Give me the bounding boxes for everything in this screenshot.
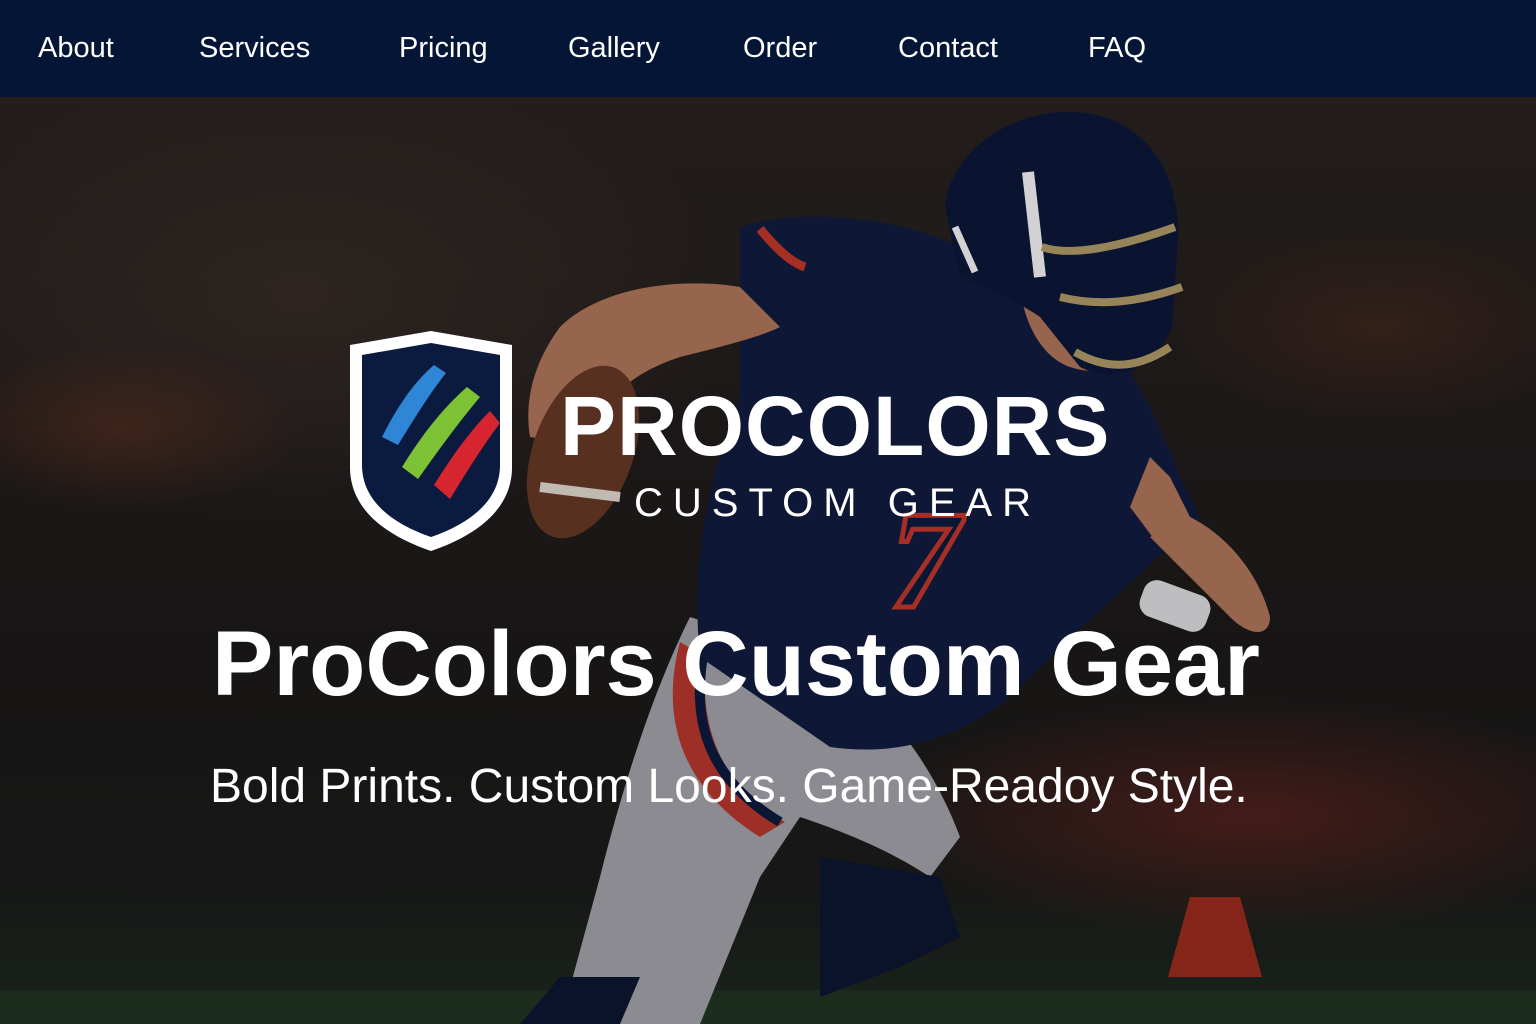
- nav-item-services[interactable]: Services: [199, 30, 310, 66]
- top-nav: About Services Pricing Gallery Order Con…: [0, 0, 1536, 97]
- nav-item-about[interactable]: About: [38, 30, 114, 66]
- hero-title: ProColors Custom Gear: [212, 613, 1260, 715]
- nav-item-gallery[interactable]: Gallery: [568, 30, 660, 66]
- hero-section: 7: [0, 97, 1536, 1024]
- nav-item-contact[interactable]: Contact: [898, 30, 998, 66]
- brand-subtitle: CUSTOM GEAR: [634, 481, 1042, 525]
- page: About Services Pricing Gallery Order Con…: [0, 0, 1536, 1024]
- hero-tagline: Bold Prints. Custom Looks. Game-Readoy S…: [210, 760, 1248, 813]
- nav-item-order[interactable]: Order: [743, 30, 817, 66]
- brand-name: PROCOLORS: [560, 379, 1111, 473]
- procolors-shield-logo-icon: [350, 331, 512, 551]
- nav-item-faq[interactable]: FAQ: [1088, 30, 1146, 66]
- hero-darken-overlay: [0, 97, 1536, 1024]
- nav-item-pricing[interactable]: Pricing: [399, 30, 488, 66]
